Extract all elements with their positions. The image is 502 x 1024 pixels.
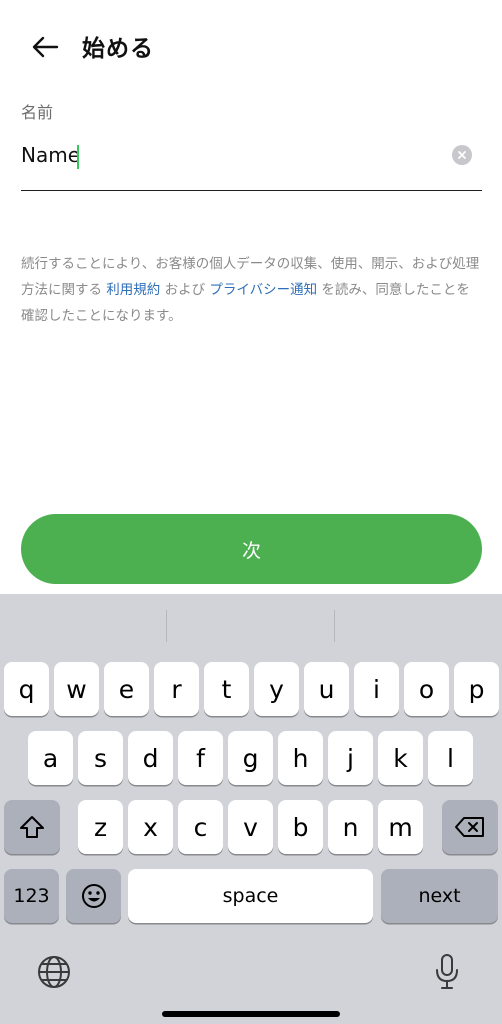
delete-key[interactable] <box>442 800 498 854</box>
key-g[interactable]: g <box>228 731 273 785</box>
next-button-label: 次 <box>241 539 261 562</box>
key-l[interactable]: l <box>428 731 473 785</box>
keyboard: q w e r t y u i o p a s d f g h j k l z … <box>0 594 502 1024</box>
key-d[interactable]: d <box>128 731 173 785</box>
terms-of-use-link[interactable]: 利用規約 <box>106 282 160 298</box>
key-e[interactable]: e <box>104 662 149 716</box>
globe-button[interactable] <box>34 952 74 992</box>
shift-icon <box>20 816 44 838</box>
emoji-icon <box>81 884 106 908</box>
terms-notice: 続行することにより、お客様の個人データの収集、使用、開示、および処理方法に関する… <box>21 251 483 329</box>
microphone-button[interactable] <box>427 952 467 992</box>
next-button[interactable]: 次 <box>21 514 482 584</box>
key-a[interactable]: a <box>28 731 73 785</box>
microphone-icon <box>436 954 458 989</box>
emoji-key[interactable] <box>66 869 121 923</box>
numbers-key[interactable]: 123 <box>4 869 59 923</box>
back-button[interactable] <box>28 30 62 64</box>
page-title: 始める <box>82 36 154 62</box>
key-w[interactable]: w <box>54 662 99 716</box>
key-h[interactable]: h <box>278 731 323 785</box>
key-u[interactable]: u <box>304 662 349 716</box>
key-k[interactable]: k <box>378 731 423 785</box>
name-input[interactable]: Name <box>21 135 482 191</box>
name-input-value: Name <box>21 143 81 167</box>
key-o[interactable]: o <box>404 662 449 716</box>
backspace-icon <box>455 817 484 837</box>
key-y[interactable]: y <box>254 662 299 716</box>
key-b[interactable]: b <box>278 800 323 854</box>
key-r[interactable]: r <box>154 662 199 716</box>
home-indicator[interactable] <box>162 1011 340 1017</box>
key-p[interactable]: p <box>454 662 499 716</box>
shift-key[interactable] <box>4 800 60 854</box>
key-j[interactable]: j <box>328 731 373 785</box>
key-f[interactable]: f <box>178 731 223 785</box>
key-x[interactable]: x <box>128 800 173 854</box>
key-i[interactable]: i <box>354 662 399 716</box>
next-key[interactable]: next <box>381 869 498 923</box>
clear-button[interactable] <box>452 145 472 165</box>
key-q[interactable]: q <box>4 662 49 716</box>
key-c[interactable]: c <box>178 800 223 854</box>
name-field-label: 名前 <box>21 103 54 122</box>
key-n[interactable]: n <box>328 800 373 854</box>
privacy-notice-link[interactable]: プライバシー通知 <box>209 282 317 298</box>
suggestion-divider <box>166 610 167 642</box>
key-m[interactable]: m <box>378 800 423 854</box>
suggestion-divider <box>334 610 335 642</box>
terms-text-part2: および <box>160 282 210 298</box>
screen: 始める 名前 Name 続行することにより、お客様の個人データの収集、使用、開示… <box>0 0 502 1024</box>
key-t[interactable]: t <box>204 662 249 716</box>
header: 始める <box>0 0 502 90</box>
arrow-left-icon <box>32 36 59 58</box>
text-caret <box>77 145 79 169</box>
space-key[interactable]: space <box>128 869 373 923</box>
key-z[interactable]: z <box>78 800 123 854</box>
key-s[interactable]: s <box>78 731 123 785</box>
key-v[interactable]: v <box>228 800 273 854</box>
clear-circle-icon <box>458 151 466 159</box>
suggestion-bar <box>0 594 502 650</box>
globe-icon <box>38 956 70 988</box>
